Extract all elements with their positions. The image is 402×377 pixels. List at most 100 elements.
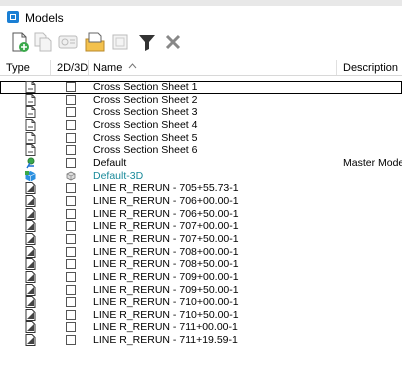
col-description[interactable]: Description xyxy=(343,62,398,74)
drawing-icon xyxy=(24,232,37,245)
title-bar: Models xyxy=(0,6,402,28)
model-name: LINE R_RERUN - 710+50.00-1 xyxy=(93,308,239,321)
dimension-checkbox[interactable] xyxy=(66,119,76,130)
models-icon xyxy=(7,11,19,23)
model-name: Cross Section Sheet 2 xyxy=(93,93,198,106)
delete-model-icon[interactable] xyxy=(109,31,131,53)
model-list: Cross Section Sheet 1 Cross Section Sheet… xyxy=(0,81,402,347)
drawing-icon xyxy=(24,207,37,220)
table-row[interactable]: Cross Section Sheet 5 xyxy=(0,131,402,145)
dimension-checkbox[interactable] xyxy=(66,82,76,92)
table-row[interactable]: LINE R_RERUN - 707+50.00-1 xyxy=(0,232,402,246)
model-name: Cross Section Sheet 1 xyxy=(93,81,198,93)
table-row[interactable]: Cross Section Sheet 6 xyxy=(0,144,402,157)
model-name: Default xyxy=(93,156,127,169)
cube-icon[interactable] xyxy=(66,171,76,181)
model-properties-icon[interactable] xyxy=(57,31,79,53)
table-row[interactable]: LINE R_RERUN - 709+50.00-1 xyxy=(0,283,402,297)
design-model-icon xyxy=(24,157,37,169)
drawing-icon xyxy=(24,296,37,309)
table-row[interactable]: LINE R_RERUN - 705+55.73-1 xyxy=(0,182,402,195)
table-row[interactable]: Default Master Mode xyxy=(0,157,402,170)
table-row[interactable]: LINE R_RERUN - 708+50.00-1 xyxy=(0,258,402,271)
model-name: Cross Section Sheet 6 xyxy=(93,144,198,157)
dimension-checkbox[interactable] xyxy=(66,309,76,320)
table-row[interactable]: Cross Section Sheet 4 xyxy=(0,118,402,132)
dimension-checkbox[interactable] xyxy=(66,145,76,156)
sheet-icon xyxy=(24,93,37,106)
table-row[interactable]: LINE R_RERUN - 706+50.00-1 xyxy=(0,207,402,221)
model-name: Cross Section Sheet 3 xyxy=(93,106,198,119)
col-2d3d[interactable]: 2D/3D xyxy=(57,62,88,74)
drawing-icon xyxy=(24,194,37,207)
sheet-icon xyxy=(24,144,37,157)
table-row[interactable]: LINE R_RERUN - 709+00.00-1 xyxy=(0,270,402,284)
col-name[interactable]: Name xyxy=(93,62,122,74)
dimension-checkbox[interactable] xyxy=(66,208,76,219)
drawing-icon xyxy=(24,182,37,195)
dimension-checkbox[interactable] xyxy=(66,233,76,244)
drawing-icon xyxy=(24,321,37,334)
model-name: LINE R_RERUN - 708+50.00-1 xyxy=(93,258,239,271)
dimension-checkbox[interactable] xyxy=(66,259,76,270)
model-name: LINE R_RERUN - 709+50.00-1 xyxy=(93,283,239,296)
filter-icon[interactable] xyxy=(136,31,158,53)
dimension-checkbox[interactable] xyxy=(66,297,76,308)
model-name: Cross Section Sheet 4 xyxy=(93,118,198,131)
sort-ascending-icon xyxy=(128,63,137,69)
dimension-checkbox[interactable] xyxy=(66,183,76,194)
dimension-checkbox[interactable] xyxy=(66,246,76,257)
model-name: LINE R_RERUN - 709+00.00-1 xyxy=(93,270,239,283)
toolbar xyxy=(0,28,402,58)
dimension-checkbox[interactable] xyxy=(66,322,76,333)
dimension-checkbox[interactable] xyxy=(66,271,76,282)
model-name: LINE R_RERUN - 706+00.00-1 xyxy=(93,194,239,207)
model-name: LINE R_RERUN - 711+19.59-1 xyxy=(93,334,238,347)
model-name: LINE R_RERUN - 708+00.00-1 xyxy=(93,245,239,258)
model-name: LINE R_RERUN - 707+00.00-1 xyxy=(93,220,239,233)
drawing-icon xyxy=(24,220,37,233)
table-row[interactable]: Cross Section Sheet 2 xyxy=(0,93,402,107)
sheet-icon xyxy=(24,106,37,119)
table-row[interactable]: LINE R_RERUN - 711+19.59-1 xyxy=(0,334,402,347)
table-row[interactable]: Default-3D xyxy=(0,170,402,183)
model-description: Master Mode xyxy=(343,156,402,169)
model-name: LINE R_RERUN - 711+00.00-1 xyxy=(93,321,238,334)
drawing-icon xyxy=(24,283,37,296)
dimension-checkbox[interactable] xyxy=(66,195,76,206)
table-row[interactable]: LINE R_RERUN - 707+00.00-1 xyxy=(0,220,402,233)
column-header: Type 2D/3D Name Description xyxy=(0,60,402,76)
model-name: LINE R_RERUN - 710+00.00-1 xyxy=(93,296,239,309)
dimension-checkbox[interactable] xyxy=(66,284,76,295)
drawing-icon xyxy=(24,258,37,271)
model-name: Default-3D xyxy=(93,169,144,182)
drawing-icon xyxy=(24,270,37,283)
copy-model-icon[interactable] xyxy=(32,31,54,53)
col-type[interactable]: Type xyxy=(6,62,30,74)
table-row[interactable]: LINE R_RERUN - 710+00.00-1 xyxy=(0,296,402,309)
sheet-icon xyxy=(24,81,37,93)
dimension-checkbox[interactable] xyxy=(66,132,76,143)
drawing-icon xyxy=(24,334,37,347)
table-row[interactable]: Cross Section Sheet 3 xyxy=(0,106,402,119)
drawing-icon xyxy=(24,245,37,258)
table-row[interactable]: LINE R_RERUN - 710+50.00-1 xyxy=(0,308,402,322)
dimension-checkbox[interactable] xyxy=(66,157,76,168)
model-name: LINE R_RERUN - 705+55.73-1 xyxy=(93,182,239,195)
table-row[interactable]: LINE R_RERUN - 711+00.00-1 xyxy=(0,321,402,334)
model-name: Cross Section Sheet 5 xyxy=(93,131,198,144)
table-row[interactable]: Cross Section Sheet 1 xyxy=(0,81,402,94)
new-model-icon[interactable] xyxy=(9,31,31,53)
table-row[interactable]: LINE R_RERUN - 706+00.00-1 xyxy=(0,194,402,208)
sheet-icon xyxy=(24,131,37,144)
dimension-checkbox[interactable] xyxy=(66,335,76,346)
dimension-checkbox[interactable] xyxy=(66,94,76,105)
drawing-icon xyxy=(24,308,37,321)
model-name: LINE R_RERUN - 707+50.00-1 xyxy=(93,232,239,245)
close-icon[interactable] xyxy=(162,31,184,53)
table-row[interactable]: LINE R_RERUN - 708+00.00-1 xyxy=(0,245,402,259)
open-model-icon[interactable] xyxy=(84,31,106,53)
3d-model-icon xyxy=(24,170,37,182)
dimension-checkbox[interactable] xyxy=(66,107,76,118)
dimension-checkbox[interactable] xyxy=(66,221,76,232)
